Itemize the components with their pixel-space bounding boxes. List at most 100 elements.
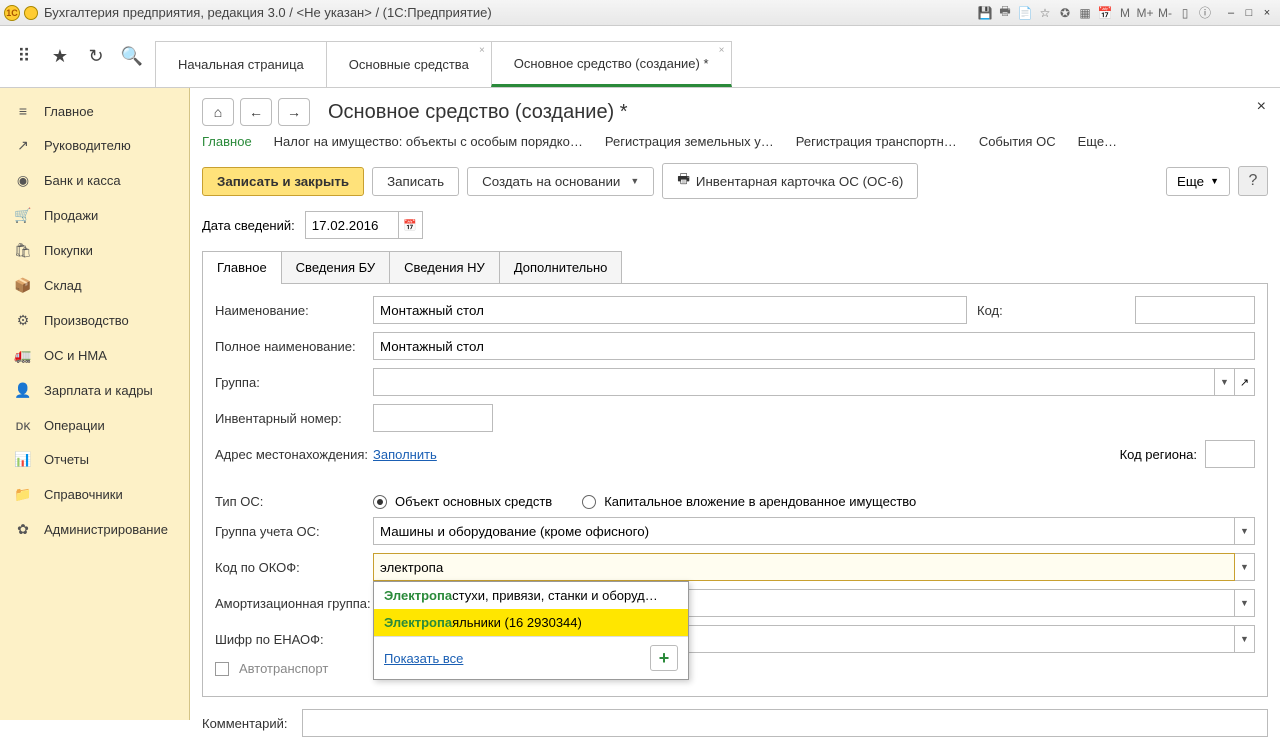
section-main[interactable]: Главное: [202, 134, 252, 149]
close-page-button[interactable]: ×: [1257, 98, 1266, 116]
sidebar-item-warehouse[interactable]: 📦Склад: [0, 268, 189, 303]
group-label: Группа:: [215, 375, 373, 390]
close-button[interactable]: ×: [1258, 5, 1276, 21]
minimize-button[interactable]: –: [1222, 5, 1240, 21]
sidebar-item-sales[interactable]: 🛒Продажи: [0, 198, 189, 233]
maximize-button[interactable]: □: [1240, 5, 1258, 21]
history-icon[interactable]: ↻: [80, 41, 112, 73]
section-transport[interactable]: Регистрация транспортн…: [796, 134, 957, 149]
date-input[interactable]: [305, 211, 399, 239]
sidebar-item-main[interactable]: ≡Главное: [0, 94, 189, 128]
sidebar-item-payroll[interactable]: 👤Зарплата и кадры: [0, 373, 189, 408]
sidebar: ≡Главное ↗Руководителю ◉Банк и касса 🛒Пр…: [0, 88, 190, 720]
m-minus-icon[interactable]: M-: [1156, 4, 1174, 22]
section-more[interactable]: Еще…: [1078, 134, 1117, 149]
info-icon[interactable]: ⓘ: [1196, 4, 1214, 22]
m-icon[interactable]: M: [1116, 4, 1134, 22]
chart-icon: ↗: [14, 137, 32, 154]
invnum-label: Инвентарный номер:: [215, 411, 373, 426]
comment-input[interactable]: [302, 709, 1268, 737]
print-icon[interactable]: 🖶: [996, 4, 1014, 22]
autocomplete-dropdown: Электропастухи, привязи, станки и оборуд…: [373, 581, 689, 680]
region-input[interactable]: [1205, 440, 1255, 468]
radio-icon: [373, 495, 387, 509]
dropdown-button[interactable]: ▼: [1235, 553, 1255, 581]
autocomplete-item[interactable]: Электропастухи, привязи, станки и оборуд…: [374, 582, 688, 609]
name-input[interactable]: [373, 296, 967, 324]
save-icon[interactable]: 💾: [976, 4, 994, 22]
show-all-link[interactable]: Показать все: [384, 651, 463, 666]
search-icon[interactable]: 🔍: [116, 41, 148, 73]
okof-input[interactable]: [373, 553, 1235, 581]
open-button[interactable]: ↗: [1235, 368, 1255, 396]
help-button[interactable]: ?: [1238, 166, 1268, 196]
doc-icon[interactable]: 📄: [1016, 4, 1034, 22]
create-based-button[interactable]: Создать на основании: [467, 167, 654, 196]
tab-assets[interactable]: Основные средства×: [326, 41, 492, 87]
close-icon[interactable]: ×: [719, 45, 725, 56]
section-tabs: Главное Налог на имущество: объекты с ос…: [202, 134, 1268, 149]
app-dropdown-icon[interactable]: [24, 6, 38, 20]
back-button[interactable]: ←: [240, 98, 272, 126]
type-radio-capital[interactable]: Капитальное вложение в арендованное имущ…: [582, 494, 916, 509]
autocomplete-item-selected[interactable]: Электропаяльники (16 2930344): [374, 609, 688, 636]
section-land[interactable]: Регистрация земельных у…: [605, 134, 774, 149]
folder-icon: 📁: [14, 486, 32, 503]
sidebar-item-reports[interactable]: 📊Отчеты: [0, 442, 189, 477]
date-row: Дата сведений: 📅: [202, 211, 1268, 239]
sidebar-item-production[interactable]: ⚙Производство: [0, 303, 189, 338]
auto-checkbox[interactable]: [215, 662, 229, 676]
calendar-icon[interactable]: 📅: [1096, 4, 1114, 22]
panel-icon[interactable]: ▯: [1176, 4, 1194, 22]
group-input[interactable]: [373, 368, 1215, 396]
star-icon[interactable]: ☆: [1036, 4, 1054, 22]
section-tax[interactable]: Налог на имущество: объекты с особым пор…: [274, 134, 583, 149]
radio-icon: [582, 495, 596, 509]
form-tab-bu[interactable]: Сведения БУ: [281, 251, 391, 283]
sidebar-item-purchases[interactable]: 🛍Покупки: [0, 233, 189, 268]
save-button[interactable]: Записать: [372, 167, 459, 196]
dropdown-button[interactable]: ▼: [1235, 517, 1255, 545]
apps-icon[interactable]: ⠿: [8, 41, 40, 73]
window-buttons: – □ ×: [1222, 5, 1276, 21]
m-plus-icon[interactable]: M+: [1136, 4, 1154, 22]
sidebar-item-catalogs[interactable]: 📁Справочники: [0, 477, 189, 512]
add-button[interactable]: +: [650, 645, 678, 671]
dropdown-button[interactable]: ▼: [1215, 368, 1235, 396]
tab-home[interactable]: Начальная страница: [155, 41, 327, 87]
fill-address-link[interactable]: Заполнить: [373, 447, 437, 462]
form-tab-extra[interactable]: Дополнительно: [499, 251, 623, 283]
form-tab-main[interactable]: Главное: [202, 251, 282, 283]
section-events[interactable]: События ОС: [979, 134, 1056, 149]
sidebar-item-assets[interactable]: 🚛ОС и НМА: [0, 338, 189, 373]
inventory-card-button[interactable]: 🖶Инвентарная карточка ОС (ОС-6): [662, 163, 918, 199]
save-close-button[interactable]: Записать и закрыть: [202, 167, 364, 196]
sidebar-item-admin[interactable]: ✿Администрирование: [0, 512, 189, 547]
calc-icon[interactable]: ▦: [1076, 4, 1094, 22]
type-radio-object[interactable]: Объект основных средств: [373, 494, 552, 509]
dropdown-button[interactable]: ▼: [1235, 625, 1255, 653]
code-input[interactable]: [1135, 296, 1255, 324]
more-button[interactable]: Еще▼: [1166, 167, 1230, 196]
invnum-input[interactable]: [373, 404, 493, 432]
content: × ⌂ ← → Основное средство (создание) * Г…: [190, 88, 1280, 720]
home-button[interactable]: ⌂: [202, 98, 234, 126]
fullname-input[interactable]: [373, 332, 1255, 360]
tab-asset-create[interactable]: Основное средство (создание) *×: [491, 41, 732, 87]
acct-group-input[interactable]: [373, 517, 1235, 545]
sidebar-item-operations[interactable]: ᴅᴋОперации: [0, 408, 189, 442]
star-nav-icon[interactable]: ★: [44, 41, 76, 73]
form-tab-nu[interactable]: Сведения НУ: [389, 251, 500, 283]
calendar-button[interactable]: 📅: [399, 211, 423, 239]
close-icon[interactable]: ×: [479, 45, 485, 56]
sidebar-item-manager[interactable]: ↗Руководителю: [0, 128, 189, 163]
app-icon: 1C: [4, 5, 20, 21]
cart-icon: 🛒: [14, 207, 32, 224]
chevron-down-icon: ▼: [1210, 176, 1219, 186]
top-bar: ⠿ ★ ↻ 🔍 Начальная страница Основные сред…: [0, 26, 1280, 88]
sidebar-item-bank[interactable]: ◉Банк и касса: [0, 163, 189, 198]
dropdown-button[interactable]: ▼: [1235, 589, 1255, 617]
forward-button[interactable]: →: [278, 98, 310, 126]
fav-icon[interactable]: ✪: [1056, 4, 1074, 22]
box-icon: 📦: [14, 277, 32, 294]
